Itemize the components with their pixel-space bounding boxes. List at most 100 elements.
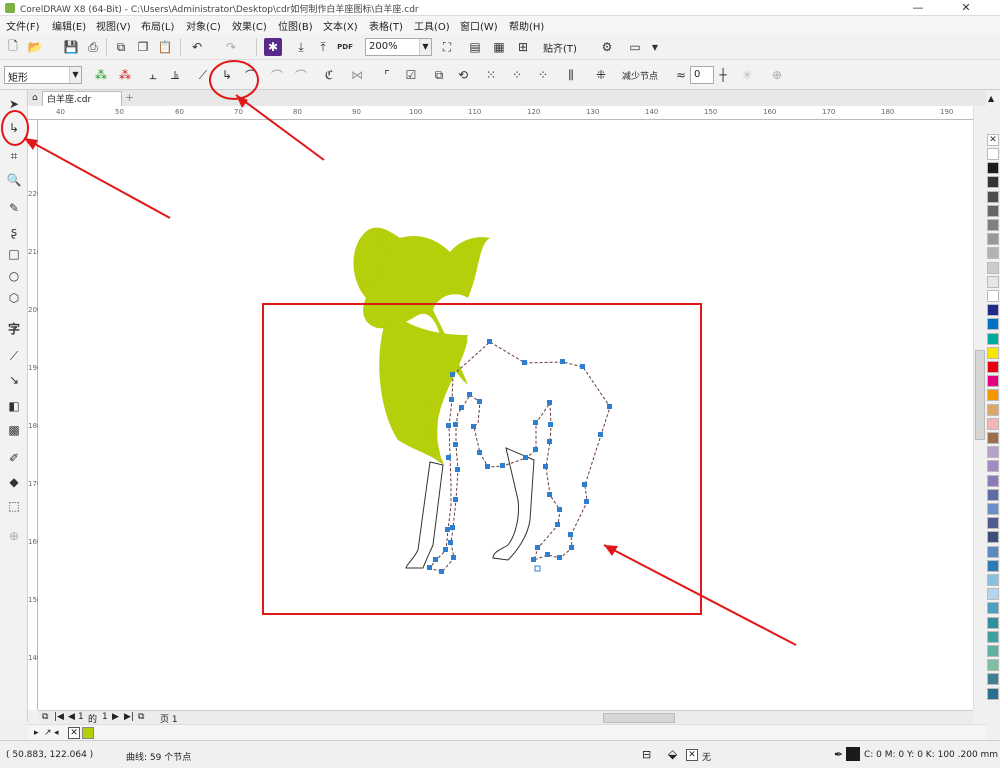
menu-file[interactable]: 文件(F) [6,18,40,33]
color-swatch[interactable] [987,275,999,288]
pick-tool-icon[interactable]: ➤ [4,94,24,114]
reflect-horizontal-icon[interactable]: ⁘ [508,66,526,84]
rotate-nodes-icon[interactable]: ⟲ [454,66,472,84]
menu-window[interactable]: 窗口(W) [460,18,498,33]
rectangle-tool-icon[interactable]: □ [4,244,24,264]
color-swatch[interactable] [987,545,999,558]
freehand-tool-icon[interactable]: ✎ [4,198,24,218]
drawing-canvas[interactable] [38,120,973,710]
outline-pen-icon[interactable]: ✒ [834,748,843,761]
polygon-tool-icon[interactable]: ⬡ [4,288,24,308]
color-swatch[interactable] [987,204,999,217]
redo-icon[interactable]: ↷ [222,38,240,56]
color-swatch[interactable] [987,261,999,274]
fill-bucket-icon[interactable]: ⬙ [668,747,677,761]
menu-layout[interactable]: 布局(L) [141,18,174,33]
color-swatch[interactable] [987,474,999,487]
color-swatch[interactable] [987,616,999,629]
minimize-button[interactable]: — [906,0,930,16]
reflect-vertical-icon[interactable]: ⁘ [534,66,552,84]
vertical-scrollbar[interactable] [973,106,986,710]
corner-sparkle-icon[interactable]: ✳ [738,66,756,84]
tab-document[interactable]: 白羊座.cdr [42,91,122,106]
color-swatch[interactable] [987,233,999,246]
color-swatch[interactable] [987,673,999,686]
green-swatch[interactable] [82,727,94,739]
text-tool-icon[interactable]: 字 [4,318,24,338]
next-page-icon[interactable]: ▶ [112,712,119,722]
color-swatch[interactable] [987,659,999,672]
menu-table[interactable]: 表格(T) [369,18,403,33]
color-swatch[interactable] [987,588,999,601]
parallel-dimension-tool-icon[interactable]: ⟋ [4,346,24,366]
color-swatch[interactable] [987,417,999,430]
color-swatch[interactable] [987,332,999,345]
snap-to-dropdown[interactable]: 贴齐(T) [540,38,588,56]
menu-bitmap[interactable]: 位图(B) [278,18,313,33]
first-page-icon[interactable]: |◀ [54,712,64,722]
menu-help[interactable]: 帮助(H) [509,18,544,33]
align-nodes-icon[interactable]: ⁙ [482,66,500,84]
color-swatch[interactable] [987,432,999,444]
color-swatch[interactable] [987,446,999,459]
color-swatch[interactable] [987,488,999,501]
color-swatch[interactable] [987,318,999,331]
zoom-tool-icon[interactable]: 🔍 [4,170,24,190]
page-options-icon[interactable]: ⧉ [42,712,48,722]
play-icon[interactable]: ▸ [34,728,39,738]
open-folder-icon[interactable]: 📂 [26,38,44,56]
extend-curve-icon[interactable]: ⋈ [348,66,366,84]
no-color-swatch[interactable]: ✕ [987,134,999,146]
home-icon[interactable]: ⌂ [32,93,38,103]
quick-customize-icon[interactable]: ⊕ [768,66,786,84]
color-swatch[interactable] [987,148,999,160]
interactive-fill-tool-icon[interactable]: ◆ [4,472,24,492]
drop-shadow-tool-icon[interactable]: ◧ [4,396,24,416]
color-swatch[interactable] [987,247,999,260]
menu-view[interactable]: 视图(V) [96,18,131,33]
export-icon[interactable]: ⤒ [314,38,332,56]
shape-tool-icon[interactable]: ↳ [4,118,24,138]
horizontal-ruler[interactable]: 40 50 60 70 80 90 100 110 120 130 140 15… [28,106,986,120]
color-swatch[interactable] [987,162,999,175]
color-swatch[interactable] [987,645,999,657]
prev-page-icon[interactable]: ◀ [68,712,75,722]
color-swatch[interactable] [987,503,999,515]
color-swatch[interactable] [987,219,999,231]
ellipse-tool-icon[interactable]: ○ [4,266,24,286]
vertical-ruler[interactable]: 220 210 200 190 180 170 160 150 140 [28,120,41,710]
save-icon[interactable]: 💾 [62,38,80,56]
add-tool-icon[interactable]: ⊕ [4,526,24,546]
print-icon[interactable]: ⎙ [84,38,102,56]
color-swatch[interactable] [987,559,999,572]
break-curve-icon[interactable]: ⫡ [166,66,184,84]
swatch-scroll-icon[interactable]: ◂ [54,728,59,738]
paste-icon[interactable]: 📋 [156,38,174,56]
color-swatch[interactable] [987,290,999,302]
full-screen-icon[interactable]: ⛶ [438,38,456,56]
add-page-icon[interactable]: ⧉ [138,712,144,722]
smart-fill-tool-icon[interactable]: ⬚ [4,496,24,516]
cut-icon[interactable]: ⧉ [112,38,130,56]
menu-text[interactable]: 文本(X) [323,18,358,33]
color-swatch[interactable] [987,517,999,530]
palette-scroll-up-icon[interactable]: ▲ [988,94,994,103]
eyedropper-tool-icon[interactable]: ✐ [4,448,24,468]
launcher-chevron-down-icon[interactable]: ▼ [646,38,664,56]
color-swatch[interactable] [987,630,999,643]
color-swatch[interactable] [987,602,999,615]
show-rulers-icon[interactable]: ▤ [466,38,484,56]
smoothness-slider-icon[interactable]: ┼ [714,66,732,84]
transparency-tool-icon[interactable]: ▩ [4,420,24,440]
close-button[interactable]: ✕ [954,0,978,16]
no-color-swatch[interactable]: ✕ [68,727,80,739]
reduce-nodes-button[interactable]: 减少节点 [622,69,658,82]
publish-pdf-icon[interactable]: PDF [336,38,354,56]
color-swatch[interactable] [987,460,999,473]
color-swatch[interactable] [987,361,999,373]
horizontal-scrollbar-thumb[interactable] [603,713,675,723]
delete-node-icon[interactable]: ⁂ [116,66,134,84]
color-proof-icon[interactable]: ⊟ [642,748,651,761]
color-swatch[interactable] [987,687,999,700]
color-swatch[interactable] [987,574,999,586]
